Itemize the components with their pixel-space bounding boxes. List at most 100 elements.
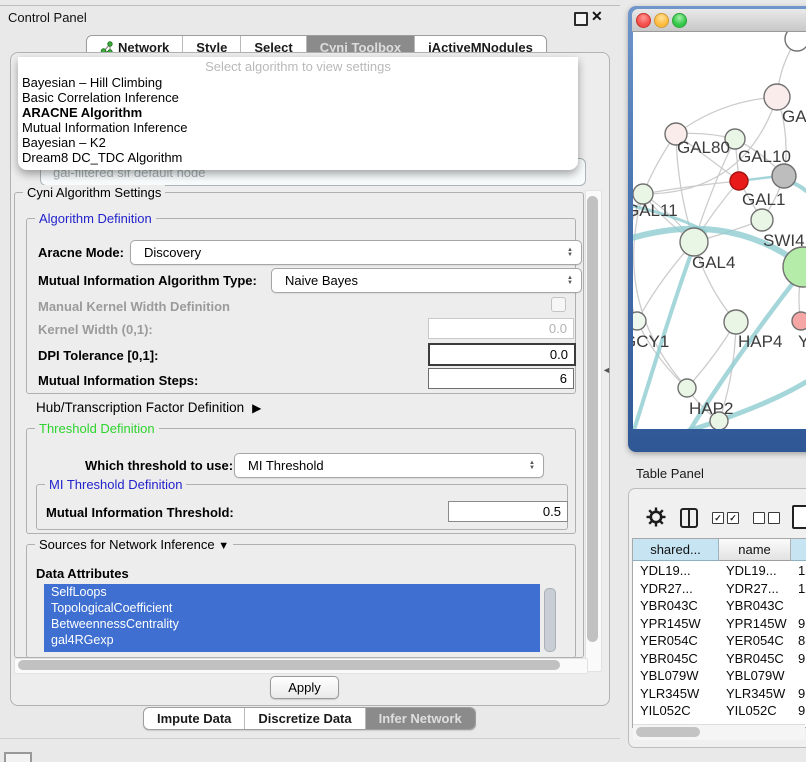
float-panel-icon[interactable] (574, 12, 588, 26)
network-node-y[interactable] (792, 312, 806, 330)
control-panel-top-border (0, 5, 620, 6)
table-cell[interactable]: YDR27... (719, 580, 791, 597)
table-cell[interactable]: YIL052C (719, 702, 791, 719)
dpi-tolerance-value: 0.0 (550, 347, 568, 362)
checked-box-icon[interactable]: ✓ (712, 512, 724, 524)
mouse-cursor: ◄ (602, 365, 611, 375)
node-table[interactable]: shared...nameAYDL19...YDL19...13YDR27...… (632, 538, 806, 728)
tab-discretize-data[interactable]: Discretize Data (244, 708, 364, 729)
minimized-panel-icon[interactable] (4, 752, 32, 762)
columns-icon[interactable] (680, 508, 698, 528)
unchecked-box-icon[interactable] (768, 512, 780, 524)
attribute-item[interactable]: SelfLoops (44, 584, 540, 600)
table-cell[interactable]: YDL19... (719, 562, 791, 579)
algorithm-option[interactable]: Bayesian – K2 (18, 135, 578, 150)
algorithm-placeholder: Select algorithm to view settings (18, 57, 578, 75)
hub-definition-toggle[interactable]: Hub/Transcription Factor Definition ▶ (36, 400, 261, 415)
manual-kernel-label: Manual Kernel Width Definition (38, 299, 230, 314)
table-hscrollbar-thumb[interactable] (636, 727, 700, 737)
new-column-icon[interactable] (792, 505, 806, 529)
column-header-shared[interactable]: shared... (633, 539, 719, 561)
table-cell[interactable]: 9. (791, 685, 806, 702)
algorithm-option[interactable]: Bayesian – Hill Climbing (18, 75, 578, 90)
manual-kernel-checkbox[interactable] (551, 297, 566, 312)
list-scrollbar-thumb[interactable] (544, 588, 556, 652)
network-node-gal1[interactable] (730, 172, 748, 190)
stepper-arrows-icon: ▲▼ (567, 248, 573, 258)
settings-vscrollbar-thumb[interactable] (587, 196, 598, 642)
table-cell[interactable]: YER054C (719, 632, 791, 649)
algorithm-option[interactable]: Dream8 DC_TDC Algorithm (18, 150, 578, 165)
table-cell[interactable]: YPR145W (633, 615, 719, 632)
table-cell[interactable]: YBR045C (719, 650, 791, 667)
mi-threshold-field[interactable]: 0.5 (448, 501, 568, 522)
minimize-window-icon[interactable] (654, 13, 669, 28)
table-cell[interactable] (791, 667, 806, 684)
table-cell[interactable]: YBL079W (633, 667, 719, 684)
network-node-gcy1[interactable] (633, 312, 646, 330)
close-icon[interactable]: ✕ (591, 8, 603, 25)
table-cell[interactable]: YLR345W (719, 685, 791, 702)
mi-type-select[interactable]: Naive Bayes ▲▼ (271, 268, 582, 293)
table-cell[interactable]: YLR345W (633, 685, 719, 702)
network-view[interactable]: GALGAL80GAL10GAL1GAL11SWI4GAL4GCY1HAP4YH… (633, 32, 806, 429)
table-cell[interactable]: YER054C (633, 632, 719, 649)
network-node-gal4[interactable] (680, 228, 708, 256)
settings-hscrollbar-thumb[interactable] (18, 660, 560, 670)
tab-impute-data[interactable]: Impute Data (144, 708, 244, 729)
table-cell[interactable]: 9. (791, 650, 806, 667)
network-node[interactable] (772, 164, 796, 188)
column-header-label: shared... (650, 542, 701, 557)
sources-legend: Sources for Network Inference ▼ (35, 537, 233, 552)
algorithm-option[interactable]: Mutual Information Inference (18, 120, 578, 135)
network-node-hap2[interactable] (678, 379, 696, 397)
data-attributes-list[interactable]: SelfLoopsTopologicalCoefficientBetweenne… (44, 584, 540, 652)
tab-infer-network[interactable]: Infer Network (365, 708, 475, 729)
kernel-width-label: Kernel Width (0,1): (38, 322, 153, 337)
table-cell[interactable]: 8. (791, 632, 806, 649)
table-cell[interactable]: YIL052C (633, 702, 719, 719)
column-header-a[interactable]: A (791, 539, 806, 561)
table-cell[interactable]: YDR27... (633, 580, 719, 597)
zoom-window-icon[interactable] (672, 13, 687, 28)
table-cell[interactable]: YDL19... (633, 562, 719, 579)
apply-button[interactable]: Apply (270, 676, 339, 699)
table-cell[interactable]: YPR145W (719, 615, 791, 632)
attribute-item[interactable]: TopologicalCoefficient (44, 600, 540, 616)
attribute-item[interactable]: BetweennessCentrality (44, 616, 540, 632)
data-attributes-label: Data Attributes (36, 566, 129, 581)
aracne-mode-label: Aracne Mode: (38, 245, 124, 260)
expand-down-icon[interactable]: ▼ (218, 540, 229, 552)
checked-box-icon[interactable]: ✓ (727, 512, 739, 524)
kernel-width-value: 0.0 (549, 321, 567, 336)
algorithm-definition-legend: Algorithm Definition (35, 211, 156, 226)
dpi-tolerance-field[interactable]: 0.0 (428, 343, 576, 366)
table-cell[interactable]: YBR045C (633, 650, 719, 667)
table-cell[interactable]: YBR043C (719, 597, 791, 614)
aracne-mode-select[interactable]: Discovery ▲▼ (130, 240, 582, 265)
table-cell[interactable]: YBL079W (719, 667, 791, 684)
table-cell[interactable]: YBR043C (633, 597, 719, 614)
gear-icon[interactable] (646, 507, 666, 527)
attribute-item[interactable]: gal4RGexp (44, 632, 540, 648)
table-cell[interactable]: 9 (791, 702, 806, 719)
tab-label: Impute Data (157, 711, 231, 726)
algorithm-option[interactable]: ARACNE Algorithm (18, 105, 578, 120)
table-cell[interactable]: 9. (791, 615, 806, 632)
algorithm-option[interactable]: Basic Correlation Inference (18, 90, 578, 105)
network-edge-highlight[interactable] (747, 177, 771, 180)
table-cell[interactable]: 12 (791, 580, 806, 597)
table-cell[interactable] (791, 597, 806, 614)
column-header-name[interactable]: name (719, 539, 791, 561)
mi-steps-field[interactable]: 6 (428, 368, 574, 389)
network-node-swi4[interactable] (751, 209, 773, 231)
table-cell[interactable]: 13 (791, 562, 806, 579)
unchecked-box-icon[interactable] (753, 512, 765, 524)
network-edge[interactable] (676, 97, 777, 134)
close-window-icon[interactable] (636, 13, 651, 28)
which-threshold-select[interactable]: MI Threshold ▲▼ (234, 453, 544, 478)
network-node[interactable] (785, 32, 806, 51)
node-label: HAP4 (738, 332, 782, 351)
kernel-width-field[interactable]: 0.0 (428, 318, 574, 339)
network-node-hap4[interactable] (724, 310, 748, 334)
